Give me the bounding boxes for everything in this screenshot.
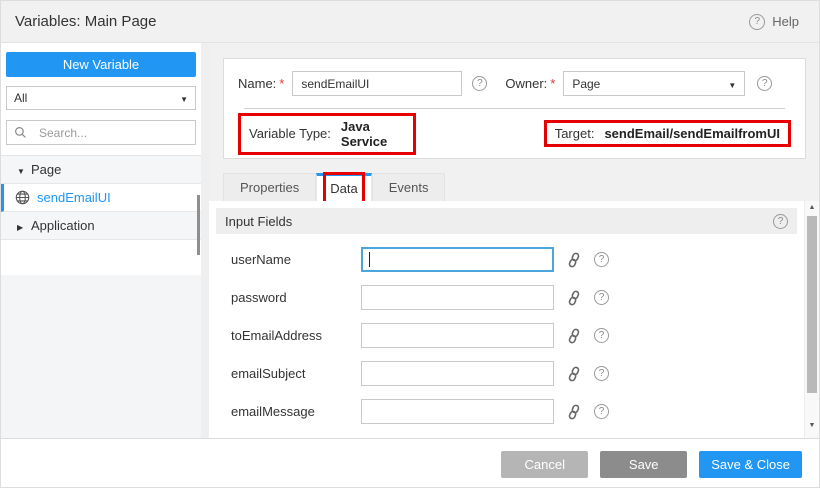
- tree-item-label: Page: [31, 162, 61, 177]
- input-fields-section: Input Fields userName: [216, 208, 797, 424]
- variable-type-value: Java Service: [341, 119, 405, 149]
- tree-item-label: sendEmailUI: [37, 190, 111, 205]
- field-help-icon[interactable]: [594, 252, 609, 267]
- help-button[interactable]: Help: [749, 14, 799, 30]
- field-help-icon[interactable]: [594, 366, 609, 381]
- filter-dropdown-value: All: [14, 91, 27, 105]
- tab-events[interactable]: Events: [372, 173, 446, 201]
- tree-item-label: Application: [31, 218, 95, 233]
- target-annotation-box: Target: sendEmail/sendEmailfromUI: [544, 120, 791, 147]
- globe-icon: [15, 190, 30, 205]
- search-icon: [14, 126, 27, 139]
- caret-right-icon: [17, 218, 31, 233]
- scroll-down-icon[interactable]: [805, 422, 819, 429]
- variable-summary-form: Name: * Owner: * Page Variable Type:: [223, 58, 806, 159]
- owner-dropdown-value: Page: [572, 77, 600, 91]
- chevron-down-icon: [180, 91, 188, 105]
- field-label: emailMessage: [231, 404, 361, 419]
- field-row-toemailaddress: toEmailAddress: [216, 323, 797, 348]
- bind-link-icon[interactable]: [566, 366, 582, 382]
- name-help-icon[interactable]: [472, 76, 487, 91]
- field-row-username: userName: [216, 247, 797, 272]
- field-label: password: [231, 290, 361, 305]
- scroll-up-icon[interactable]: [805, 204, 819, 211]
- dialog-header: Variables: Main Page Help: [1, 1, 819, 43]
- text-cursor: [369, 252, 370, 267]
- tab-label: Events: [389, 175, 429, 201]
- variable-type-label: Variable Type:: [249, 126, 331, 141]
- sidebar-empty-area: [1, 275, 201, 438]
- tree-item-sendemailui[interactable]: sendEmailUI: [1, 184, 201, 212]
- field-row-emailsubject: emailSubject: [216, 361, 797, 386]
- owner-dropdown[interactable]: Page: [563, 71, 745, 96]
- target-value: sendEmail/sendEmailfromUI: [604, 126, 780, 141]
- emailmessage-input[interactable]: [361, 399, 554, 424]
- field-help-icon[interactable]: [594, 290, 609, 305]
- sidebar-scrollbar-thumb[interactable]: [197, 195, 200, 255]
- sidebar-divider: [201, 43, 209, 438]
- owner-help-icon[interactable]: [757, 76, 772, 91]
- help-label: Help: [772, 14, 799, 29]
- variables-sidebar: New Variable All Page: [1, 43, 209, 438]
- username-input[interactable]: [361, 247, 554, 272]
- tree-item-application[interactable]: Application: [1, 212, 201, 240]
- field-row-password: password: [216, 285, 797, 310]
- variable-detail-panel: Name: * Owner: * Page Variable Type:: [209, 43, 819, 438]
- scrollbar-thumb[interactable]: [807, 216, 817, 393]
- bind-link-icon[interactable]: [566, 328, 582, 344]
- field-help-icon[interactable]: [594, 328, 609, 343]
- tab-label: Data: [330, 181, 357, 196]
- password-input[interactable]: [361, 285, 554, 310]
- tab-label: Properties: [240, 175, 299, 201]
- field-label: emailSubject: [231, 366, 361, 381]
- search-box: [6, 120, 196, 145]
- field-label: toEmailAddress: [231, 328, 361, 343]
- input-fields-header: Input Fields: [216, 208, 797, 234]
- field-label: userName: [231, 252, 361, 267]
- tab-properties[interactable]: Properties: [223, 173, 316, 201]
- bind-link-icon[interactable]: [566, 290, 582, 306]
- caret-down-icon: [17, 162, 31, 177]
- new-variable-button[interactable]: New Variable: [6, 52, 196, 77]
- variables-tree: Page sendEmailUI Application: [1, 155, 209, 240]
- variables-dialog: Variables: Main Page Help New Variable A…: [0, 0, 820, 488]
- input-fields-title: Input Fields: [225, 214, 292, 229]
- cancel-button[interactable]: Cancel: [501, 451, 588, 478]
- page-title: Variables: Main Page: [15, 13, 156, 30]
- bind-link-icon[interactable]: [566, 252, 582, 268]
- chevron-down-icon: [728, 77, 736, 91]
- emailsubject-input[interactable]: [361, 361, 554, 386]
- toemailaddress-input[interactable]: [361, 323, 554, 348]
- name-label: Name:: [238, 76, 276, 91]
- owner-label: Owner:: [505, 76, 547, 91]
- name-input[interactable]: [292, 71, 462, 96]
- input-fields-help-icon[interactable]: [773, 214, 788, 229]
- field-help-icon[interactable]: [594, 404, 609, 419]
- detail-tabs: Properties Data Events: [223, 173, 819, 201]
- target-label: Target:: [555, 126, 595, 141]
- content-scrollbar[interactable]: [804, 201, 819, 438]
- tab-data[interactable]: Data: [316, 173, 371, 201]
- field-row-emailmessage: emailMessage: [216, 399, 797, 424]
- filter-dropdown[interactable]: All: [6, 86, 196, 110]
- required-marker: *: [279, 76, 284, 91]
- save-and-close-button[interactable]: Save & Close: [699, 451, 802, 478]
- help-icon: [749, 14, 765, 30]
- required-marker: *: [550, 76, 555, 91]
- search-input[interactable]: [39, 126, 188, 140]
- dialog-footer: Cancel Save Save & Close: [1, 438, 819, 488]
- variable-type-annotation-box: Variable Type: Java Service: [238, 113, 416, 155]
- save-button[interactable]: Save: [600, 451, 687, 478]
- bind-link-icon[interactable]: [566, 404, 582, 420]
- data-tab-content: Input Fields userName: [209, 201, 804, 438]
- tree-item-page[interactable]: Page: [1, 156, 201, 184]
